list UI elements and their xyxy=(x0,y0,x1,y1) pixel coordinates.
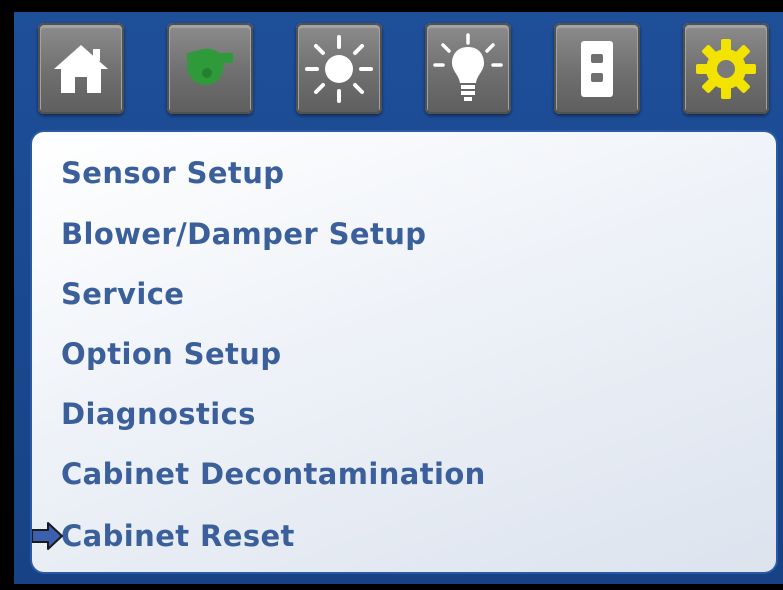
home-button[interactable] xyxy=(38,23,124,114)
uv-light-button[interactable] xyxy=(296,23,382,114)
screen: Sensor Setup Blower/Damper Setup Service… xyxy=(14,12,783,584)
settings-button[interactable] xyxy=(683,23,769,114)
sun-icon xyxy=(305,34,373,103)
menu-item-cabinet-decontamination[interactable]: Cabinet Decontamination xyxy=(61,457,486,491)
blower-button[interactable] xyxy=(167,23,253,114)
menu-panel: Sensor Setup Blower/Damper Setup Service… xyxy=(32,132,776,572)
light-bulb-icon xyxy=(433,32,503,101)
home-icon xyxy=(54,44,108,93)
toolbar xyxy=(14,12,783,130)
menu-item-cabinet-reset[interactable]: Cabinet Reset xyxy=(61,519,295,553)
outlet-button[interactable] xyxy=(554,23,640,114)
menu-item-sensor-setup[interactable]: Sensor Setup xyxy=(61,156,284,190)
menu-item-diagnostics[interactable]: Diagnostics xyxy=(61,397,256,431)
gear-icon xyxy=(696,38,756,99)
menu-item-option-setup[interactable]: Option Setup xyxy=(61,337,282,371)
outlet-icon xyxy=(581,40,613,97)
menu-item-blower-damper-setup[interactable]: Blower/Damper Setup xyxy=(61,217,426,251)
right-arrow-icon xyxy=(32,522,63,550)
menu-item-service[interactable]: Service xyxy=(61,277,184,311)
display-frame: Sensor Setup Blower/Damper Setup Service… xyxy=(0,0,783,590)
light-button[interactable] xyxy=(425,23,511,114)
blower-icon xyxy=(186,48,233,85)
